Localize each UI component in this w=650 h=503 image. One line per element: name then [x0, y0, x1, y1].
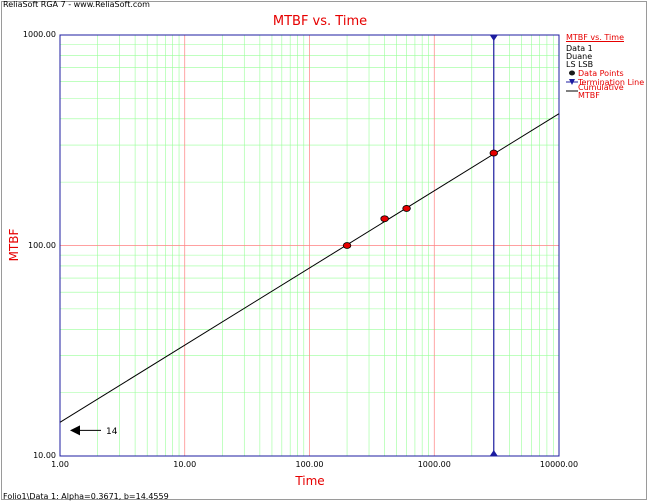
legend-info-method: LS LSB — [566, 60, 594, 69]
annotation-arrow-head — [70, 425, 80, 436]
legend-entry-cumulative-mtbf: Cumulative MTBF — [566, 83, 646, 99]
dot-icon — [566, 70, 578, 78]
data-point — [402, 205, 411, 212]
legend: MTBF vs. Time Data 1 Duane LS LSB Data P… — [566, 33, 646, 99]
legend-label-cumulative-mtbf: Cumulative MTBF — [578, 82, 624, 100]
triangle-down-icon — [566, 78, 578, 87]
plot-area: 14 — [59, 34, 560, 457]
x-axis-label: Time — [295, 474, 325, 488]
data-point — [489, 149, 498, 157]
legend-entry-data-points: Data Points — [566, 69, 646, 78]
termination-marker-top — [489, 35, 498, 41]
x-tick-label: 10000.00 — [539, 460, 579, 469]
x-tick-label: 100.00 — [295, 460, 324, 469]
status-bar: Folio1\Data 1: Alpha=0.3671, b=14.4559 — [3, 492, 169, 501]
x-tick-label: 1000.00 — [417, 460, 451, 469]
y-tick-label: 1000.00 — [22, 30, 56, 39]
legend-title: MTBF vs. Time — [566, 33, 624, 42]
termination-marker-bottom — [489, 450, 498, 456]
data-point — [342, 242, 352, 249]
line-icon — [566, 88, 578, 96]
annotation-label: 14 — [106, 427, 118, 437]
legend-label-data-points: Data Points — [578, 68, 624, 78]
data-point — [380, 215, 389, 223]
y-tick-label: 100.00 — [28, 240, 56, 250]
x-tick-label: 10.00 — [173, 460, 197, 469]
x-tick-label: 1.00 — [51, 460, 69, 469]
